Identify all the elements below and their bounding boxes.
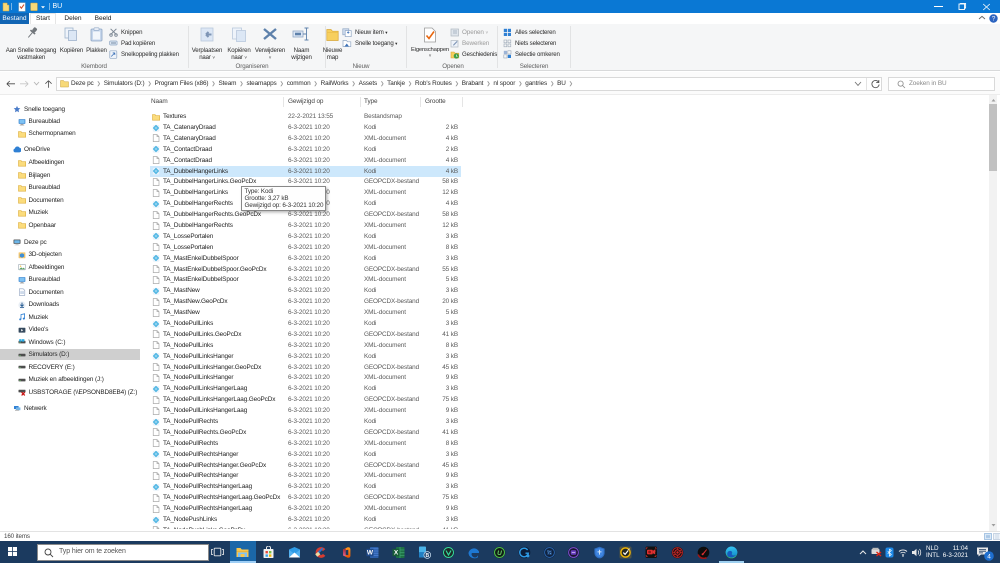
svg-text:X: X (393, 550, 398, 557)
svg-text:W: W (366, 550, 373, 557)
svg-text:U: U (497, 550, 502, 557)
svg-text:4: 4 (987, 553, 991, 560)
svg-text:?: ? (992, 16, 996, 23)
svg-text:B: B (425, 553, 429, 559)
svg-text:4: 4 (653, 549, 655, 553)
